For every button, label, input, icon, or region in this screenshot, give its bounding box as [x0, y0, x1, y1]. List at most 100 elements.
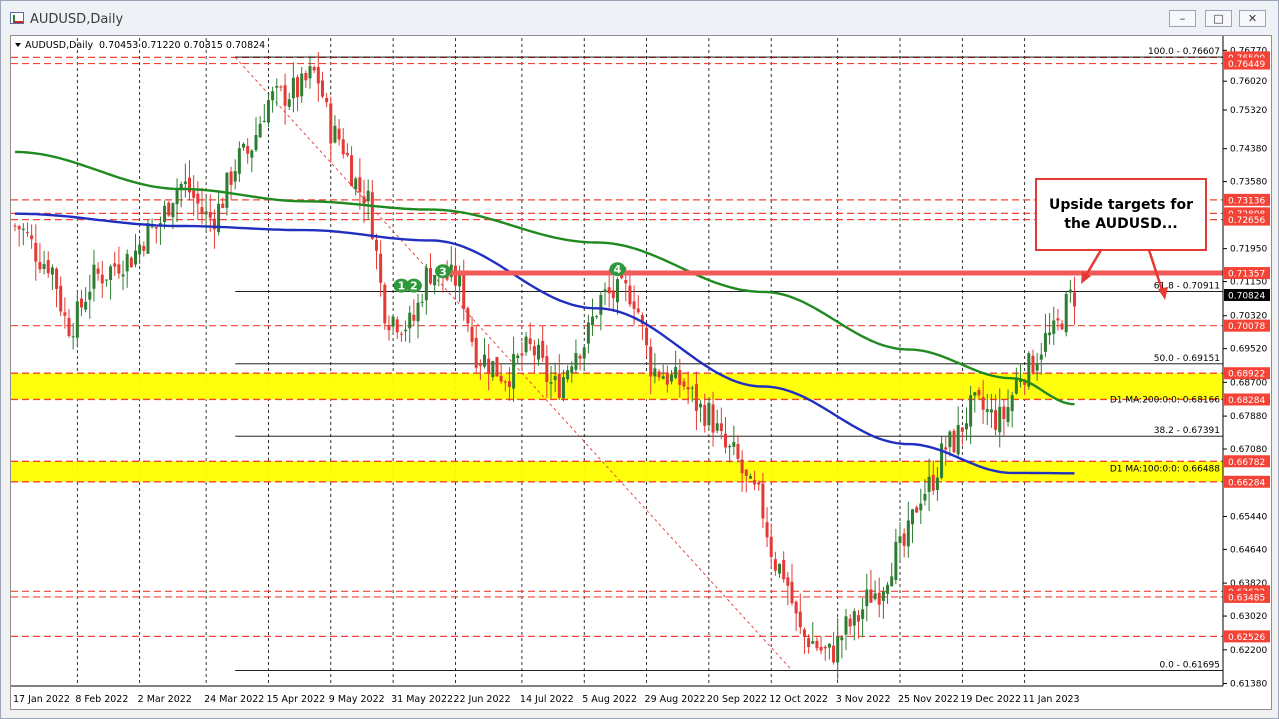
- candle-body: [711, 404, 715, 433]
- candle-body: [1035, 363, 1039, 371]
- x-tick-label: 31 May 2022: [391, 694, 453, 705]
- candle-body: [399, 333, 403, 335]
- candle-body: [844, 616, 848, 635]
- candle-body: [30, 235, 34, 240]
- price-label-text: 0.76449: [1228, 60, 1265, 70]
- candle-body: [1006, 407, 1010, 423]
- candle-body: [503, 381, 507, 383]
- candle-body: [333, 125, 337, 143]
- candle-body: [611, 290, 615, 299]
- price-label-text: 0.66284: [1228, 478, 1265, 488]
- candle-body: [117, 264, 121, 274]
- candle-body: [300, 73, 304, 97]
- candle-body: [262, 120, 266, 122]
- candle-body: [242, 143, 246, 148]
- candle-body: [798, 611, 802, 628]
- window-titlebar[interactable]: AUDUSD,Daily – □ ✕: [1, 1, 1278, 35]
- candle-body: [229, 171, 233, 185]
- close-button[interactable]: ✕: [1239, 10, 1266, 27]
- candle-body: [21, 228, 25, 230]
- candle-body: [574, 353, 578, 370]
- candle-body: [935, 477, 939, 490]
- collapse-triangle-icon[interactable]: [15, 43, 21, 47]
- candle-body: [96, 268, 100, 274]
- candle-body: [807, 638, 811, 648]
- chart-area[interactable]: 100.0 - 0.76607 61.8 - 0.70911 50.0 - 0.69…: [10, 35, 1272, 710]
- candle-body: [237, 148, 241, 174]
- maximize-button[interactable]: □: [1205, 10, 1232, 27]
- price-label-text: 0.70824: [1228, 291, 1265, 301]
- candle-body: [549, 382, 553, 384]
- x-tick-label: 20 Sep 2022: [707, 694, 767, 705]
- candle-body: [391, 316, 395, 327]
- candle-body: [794, 601, 798, 614]
- candle-body: [840, 637, 844, 641]
- candle-body: [1068, 289, 1072, 293]
- candle-body: [329, 103, 333, 144]
- support-zone: [11, 461, 1223, 482]
- candle-body: [869, 589, 873, 603]
- price-label-text: 0.62526: [1228, 633, 1265, 643]
- candle-body: [570, 366, 574, 373]
- candle-body: [748, 476, 752, 479]
- candle-body: [553, 376, 557, 381]
- candle-body: [34, 242, 38, 262]
- candle-body: [653, 368, 657, 377]
- candle-body: [669, 374, 673, 382]
- candle-body: [690, 387, 694, 389]
- candle-body: [537, 344, 541, 360]
- y-tick-label: 0.64640: [1230, 545, 1267, 555]
- ma-label: D1 MA:200:0:0: 0.68166: [1110, 395, 1220, 405]
- candle-body: [462, 270, 466, 310]
- price-label-text: 0.70078: [1228, 322, 1265, 332]
- price-label-text: 0.68284: [1228, 396, 1265, 406]
- x-tick-label: 22 Jun 2022: [453, 694, 510, 705]
- candle-body: [512, 354, 516, 389]
- candle-body: [599, 295, 603, 315]
- candle-body: [1052, 320, 1056, 334]
- minimize-button[interactable]: –: [1169, 10, 1196, 27]
- candle-body: [989, 409, 993, 413]
- candle-body: [221, 203, 225, 208]
- candle-body: [142, 245, 146, 251]
- price-label-text: 0.68922: [1228, 370, 1265, 380]
- candle-body: [802, 629, 806, 637]
- candle-body: [566, 370, 570, 380]
- y-tick-label: 0.71950: [1230, 245, 1267, 255]
- x-tick-label: 11 Jan 2023: [1023, 694, 1080, 705]
- candle-body: [661, 376, 665, 380]
- candle-body: [528, 338, 532, 345]
- candle-body: [125, 253, 129, 272]
- candle-body: [541, 340, 545, 358]
- candle-body: [350, 155, 354, 187]
- candle-body: [84, 301, 88, 310]
- y-tick-label: 0.62200: [1230, 646, 1267, 656]
- y-tick-label: 0.67880: [1230, 412, 1267, 422]
- candle-body: [395, 319, 399, 333]
- candle-body: [657, 371, 661, 378]
- y-tick-label: 0.63020: [1230, 612, 1267, 622]
- support-zone: [11, 373, 1223, 400]
- y-tick-label: 0.76020: [1230, 77, 1267, 87]
- candle-body: [192, 190, 196, 198]
- candle-body: [578, 355, 582, 359]
- candle-body: [204, 211, 208, 215]
- candle-body: [827, 643, 831, 648]
- candle-body: [881, 591, 885, 601]
- candle-body: [433, 274, 437, 286]
- candle-body: [624, 279, 628, 284]
- candle-body: [296, 77, 300, 98]
- candle-body: [516, 355, 520, 359]
- candle-body: [703, 405, 707, 426]
- candle-body: [154, 227, 158, 229]
- price-chart[interactable]: 100.0 - 0.7660761.8 - 0.7091150.0 - 0.69…: [11, 36, 1271, 709]
- candle-body: [266, 100, 270, 123]
- candle-body: [981, 397, 985, 410]
- y-tick-label: 0.69520: [1230, 345, 1267, 355]
- candle-body: [358, 177, 362, 193]
- window-title: AUDUSD,Daily: [30, 12, 124, 27]
- candle-body: [632, 301, 636, 309]
- y-tick-label: 0.73580: [1230, 178, 1267, 188]
- candle-body: [952, 430, 956, 453]
- candle-body: [17, 226, 21, 230]
